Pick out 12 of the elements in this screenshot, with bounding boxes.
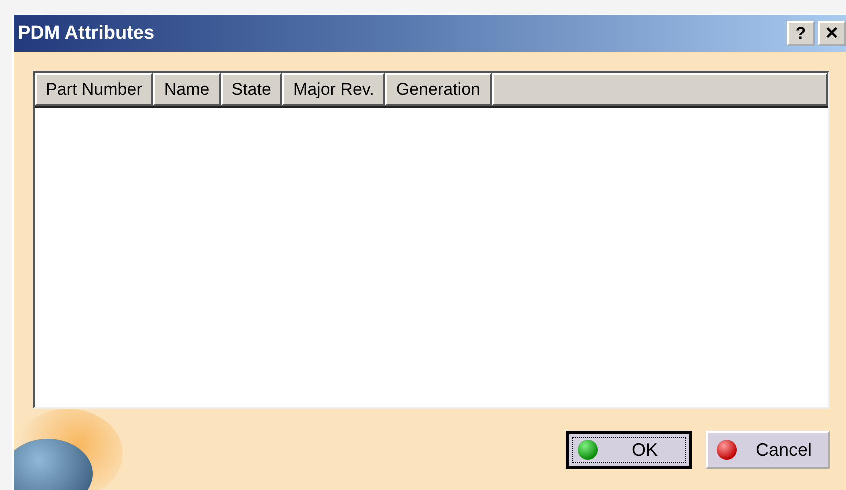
ball-icon	[577, 439, 599, 461]
column-header[interactable]: State	[220, 73, 282, 106]
column-header[interactable]: Part Number	[35, 73, 154, 106]
column-header[interactable]: Generation	[385, 73, 492, 106]
column-header[interactable]: Name	[153, 73, 221, 106]
ok-button[interactable]: OK	[566, 431, 692, 469]
ball-icon	[716, 439, 738, 461]
help-button[interactable]: ?	[787, 21, 815, 46]
window-title: PDM Attributes	[18, 22, 155, 44]
close-button[interactable]: ✕	[818, 21, 846, 46]
column-header[interactable]: Major Rev.	[282, 73, 386, 106]
cancel-button[interactable]: Cancel	[706, 431, 830, 469]
